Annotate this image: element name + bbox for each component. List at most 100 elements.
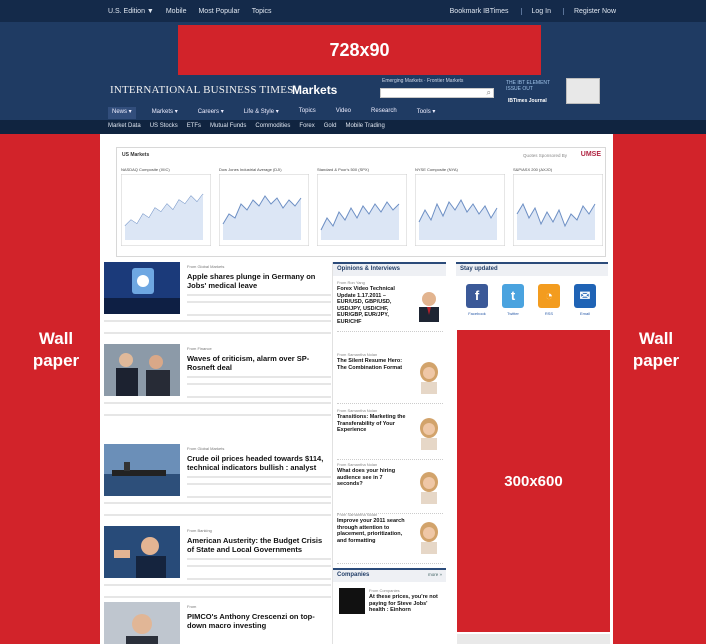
story-summary-continued <box>104 402 331 416</box>
author-avatar <box>415 416 443 450</box>
register-link[interactable]: Register Now <box>562 8 616 15</box>
story-headline[interactable]: Waves of criticism, alarm over SP-Rosnef… <box>187 354 331 372</box>
opinion-author: From Samantha Nolan <box>337 462 378 467</box>
rectangle-ad[interactable]: 300x600 <box>457 330 610 632</box>
nav-research[interactable]: Research <box>367 107 401 119</box>
content-area: US Markets Quotes Sponsored By UMSE NASD… <box>100 134 613 644</box>
story-source: From Global Markets <box>187 264 225 269</box>
subnav-forex[interactable]: Forex <box>299 123 314 129</box>
story-headline[interactable]: American Austerity: the Budget Crisis of… <box>187 536 331 554</box>
story-summary <box>187 476 331 498</box>
wallpaper-left[interactable]: Wall paper <box>13 328 99 372</box>
index-chart[interactable]: NASDAQ Composite (IXIC) <box>121 167 211 249</box>
search-icon[interactable]: ⌕ <box>487 88 491 98</box>
companies-column: Companies more » From Companies At these … <box>332 568 446 644</box>
site-logo[interactable]: INTERNATIONAL BUSINESS TIMES <box>110 84 293 96</box>
story-headline[interactable]: PIMCO's Anthony Crescenzi on top-down ma… <box>187 612 331 630</box>
index-chart[interactable]: NYSE Composite (NYA) <box>415 167 505 249</box>
opinion-title[interactable]: Forex Video Technical Update 1.17.2011 –… <box>337 286 409 325</box>
nav-news[interactable]: News ▾ <box>108 107 136 119</box>
story-thumbnail[interactable] <box>104 602 180 644</box>
nav-life-style[interactable]: Life & Style ▾ <box>240 107 283 119</box>
opinion-item[interactable]: From Samantha Nolan The Silent Resume He… <box>337 352 443 404</box>
opinion-author: From Samantha Nolan <box>337 352 378 357</box>
rectangle-ad-label: 300x600 <box>504 472 563 490</box>
nav-tools[interactable]: Tools ▾ <box>413 107 440 119</box>
index-chart-label: Standard & Poor's 500 (SPX) <box>317 167 369 172</box>
facebook-link[interactable]: f Facebook <box>460 284 494 316</box>
wallpaper-left-line1: Wall <box>38 329 74 348</box>
stay-updated-panel: Stay updated f Facebook t Twitter ◔ RSS … <box>456 262 608 332</box>
story-headline[interactable]: Apple shares plunge in Germany on Jobs' … <box>187 272 331 290</box>
opinion-title[interactable]: What does your hiring audience see in 7 … <box>337 468 409 488</box>
opinion-item[interactable]: From Ron Yang Forex Video Technical Upda… <box>337 280 443 332</box>
opinion-item[interactable]: From Samantha Nolan What does your hirin… <box>337 462 443 514</box>
index-chart[interactable]: Dow Jones Industrial Average (DJI) <box>219 167 309 249</box>
story-source: From Finance <box>187 346 212 351</box>
top-utility-bar: U.S. Edition ▼ Mobile Most Popular Topic… <box>0 0 706 22</box>
news-column: From Global Markets Apple shares plunge … <box>104 262 331 644</box>
opinion-title[interactable]: Transitions: Marketing the Transferabili… <box>337 414 409 434</box>
index-chart-label: S&P/ASX 200 (AXJO) <box>513 167 553 172</box>
most-popular-link[interactable]: Most Popular <box>198 8 239 15</box>
wallpaper-left-line2: paper <box>32 351 80 370</box>
opinion-title[interactable]: The Silent Resume Hero: The Combination … <box>337 358 409 371</box>
facebook-icon: f <box>466 284 488 308</box>
search-hint: Emerging Markets · Frontier Markets <box>382 78 464 84</box>
company-headline[interactable]: At these prices, you're not paying for S… <box>369 594 443 614</box>
subnav-etfs[interactable]: ETFs <box>187 123 201 129</box>
edition-menu[interactable]: U.S. Edition ▼ <box>108 8 154 15</box>
subnav-mutual-funds[interactable]: Mutual Funds <box>210 123 246 129</box>
story-summary <box>187 294 331 316</box>
sponsor-logo[interactable]: UMSE <box>581 151 601 158</box>
topics-link[interactable]: Topics <box>252 8 272 15</box>
story-thumbnail[interactable] <box>104 262 180 314</box>
mobile-link[interactable]: Mobile <box>166 8 187 15</box>
index-sparkline <box>219 174 309 246</box>
nav-careers[interactable]: Careers ▾ <box>194 107 228 119</box>
brand-row: INTERNATIONAL BUSINESS TIMES Markets Eme… <box>110 78 610 104</box>
subnav-commodities[interactable]: Commodities <box>255 123 290 129</box>
nav-markets[interactable]: Markets ▾ <box>148 107 182 119</box>
email-link[interactable]: ✉ Email <box>568 284 602 316</box>
subnav-mobile-trading[interactable]: Mobile Trading <box>345 123 384 129</box>
subnav-us-stocks[interactable]: US Stocks <box>150 123 178 129</box>
companies-more-link[interactable]: more » <box>428 572 442 577</box>
opinion-item[interactable]: From Samantha Nolan Improve your 2011 se… <box>337 512 443 564</box>
wallpaper-right-line1: Wall <box>638 329 674 348</box>
leaderboard-ad[interactable]: 728x90 <box>178 25 541 75</box>
story-summary-continued <box>104 320 331 334</box>
stay-updated-title: Stay updated <box>456 262 608 276</box>
market-indices-panel: US Markets Quotes Sponsored By UMSE NASD… <box>116 147 606 257</box>
twitter-link[interactable]: t Twitter <box>496 284 530 316</box>
bookmark-link[interactable]: Bookmark IBTimes <box>450 8 509 15</box>
search-input[interactable]: ⌕ <box>380 88 494 98</box>
story-headline[interactable]: Crude oil prices headed towards $114, te… <box>187 454 331 472</box>
rss-link[interactable]: ◔ RSS <box>532 284 566 316</box>
author-avatar <box>415 360 443 394</box>
opinion-item[interactable]: From Samantha Nolan Transitions: Marketi… <box>337 408 443 460</box>
wallpaper-right[interactable]: Wall paper <box>613 328 699 372</box>
author-avatar <box>415 470 443 504</box>
story-thumbnail[interactable] <box>104 344 180 396</box>
story-thumbnail[interactable] <box>104 526 180 578</box>
opinion-title[interactable]: Improve your 2011 search through attenti… <box>337 518 409 544</box>
opinion-author: From Ron Yang <box>337 280 365 285</box>
nav-topics[interactable]: Topics <box>295 107 320 119</box>
twitter-label: Twitter <box>507 311 519 316</box>
rss-icon: ◔ <box>538 284 560 308</box>
promo-brand: IBTimes Journal <box>508 98 547 104</box>
email-label: Email <box>579 311 590 316</box>
opinion-author: From Samantha Nolan <box>337 408 378 413</box>
nav-video[interactable]: Video <box>332 107 355 119</box>
subnav-gold[interactable]: Gold <box>324 123 337 129</box>
author-avatar <box>415 520 443 554</box>
story-thumbnail[interactable] <box>104 444 180 496</box>
journal-promo[interactable]: THE IBT ELEMENT ISSUE OUT IBTimes Journa… <box>506 78 606 110</box>
index-chart[interactable]: S&P/ASX 200 (AXJO) <box>513 167 603 249</box>
subnav-market-data[interactable]: Market Data <box>108 123 141 129</box>
index-sparkline <box>415 174 505 246</box>
index-chart[interactable]: Standard & Poor's 500 (SPX) <box>317 167 407 249</box>
login-link[interactable]: Log In <box>520 8 551 15</box>
company-thumbnail[interactable] <box>339 588 365 614</box>
